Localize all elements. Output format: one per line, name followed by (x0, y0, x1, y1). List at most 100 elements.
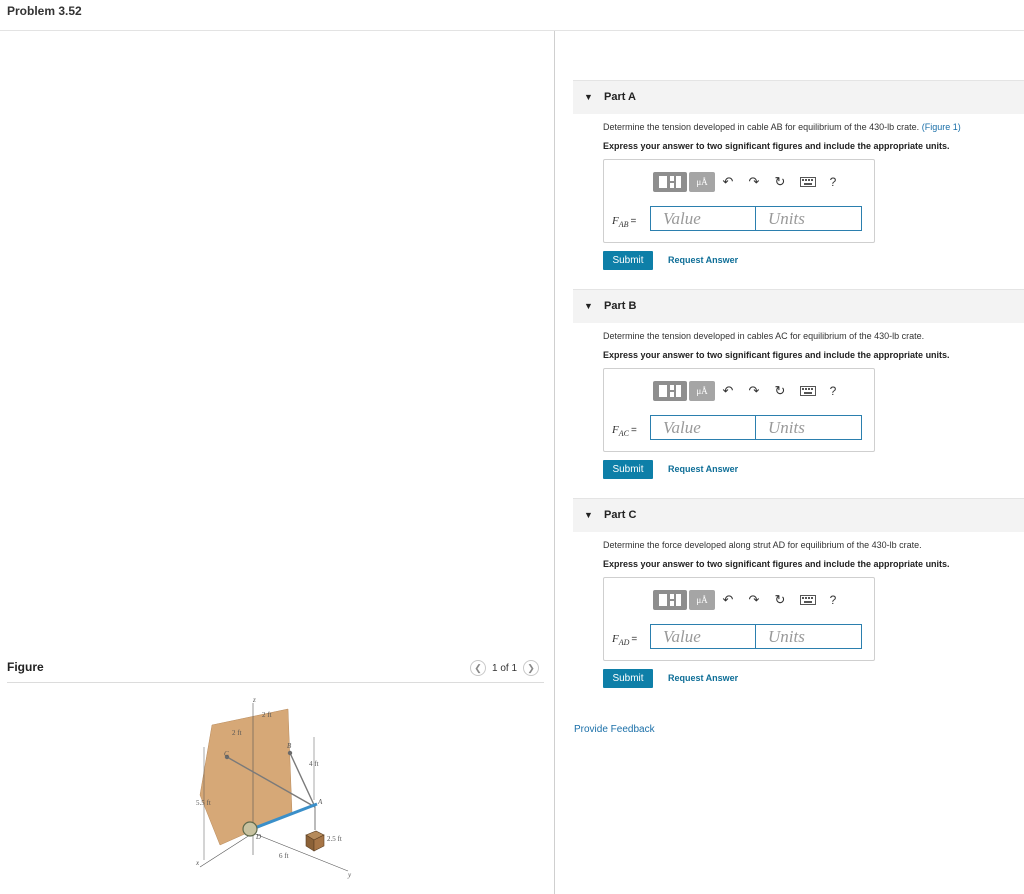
part-b-units-input[interactable]: Units (756, 415, 862, 440)
var-equals: = (631, 634, 638, 645)
caret-down-icon: ▼ (584, 510, 593, 520)
figure-divider (7, 682, 544, 683)
page-title: Problem 3.52 (7, 4, 82, 18)
part-a-header[interactable]: ▼ Part A (573, 80, 1024, 114)
figure-page-indicator: 1 of 1 (492, 662, 518, 674)
pin-b (287, 750, 293, 756)
chevron-right-icon[interactable]: ❯ (523, 660, 540, 676)
undo-icon[interactable]: ↶ (715, 590, 741, 610)
crate-icon (305, 830, 325, 852)
part-c-question: Determine the force developed along stru… (603, 540, 922, 550)
part-c-header[interactable]: ▼ Part C (573, 498, 1024, 532)
units-icon[interactable]: μÅ (689, 590, 715, 610)
var-symbol: F (612, 215, 619, 227)
part-b-request-answer-link[interactable]: Request Answer (668, 464, 738, 474)
axis-z-label: z (252, 696, 256, 704)
dim-2ft-top: 2 ft (262, 711, 272, 719)
templates-icon[interactable] (653, 172, 687, 192)
part-a-question: Determine the tension developed in cable… (603, 122, 961, 132)
templates-icon[interactable] (653, 381, 687, 401)
figure-link[interactable]: (Figure 1) (922, 122, 961, 132)
figure-diagram: 2 ft 2 ft 4 ft 5.5 ft 2.5 ft 6 ft z x y … (195, 696, 352, 879)
part-a-answer-box: μÅ ↶ ↷ ↻ ? FAB = Value Units (603, 159, 875, 243)
keyboard-icon[interactable] (793, 381, 823, 401)
var-symbol: F (612, 424, 619, 436)
chevron-left-icon[interactable]: ❮ (470, 660, 486, 676)
redo-icon[interactable]: ↷ (741, 172, 767, 192)
var-equals: = (630, 425, 637, 436)
part-b-value-input[interactable]: Value (650, 415, 756, 440)
redo-icon[interactable]: ↷ (741, 381, 767, 401)
part-c-toolbar: μÅ ↶ ↷ ↻ ? (653, 590, 843, 610)
part-b-variable: FAC = (612, 424, 637, 438)
help-icon[interactable]: ? (823, 381, 843, 401)
dim-2ft-left: 2 ft (232, 729, 242, 737)
figure-heading: Figure (7, 660, 44, 674)
part-c-question-text: Determine the force developed along stru… (603, 540, 922, 550)
part-a-question-text: Determine the tension developed in cable… (603, 122, 920, 132)
dim-2-5ft: 2.5 ft (327, 835, 342, 843)
reset-icon[interactable]: ↻ (767, 172, 793, 192)
part-a-variable: FAB = (612, 215, 636, 229)
part-c-variable: FAD = (612, 633, 637, 647)
point-b-label: B (287, 742, 292, 750)
reset-icon[interactable]: ↻ (767, 590, 793, 610)
part-c-instruction: Express your answer to two significant f… (603, 559, 950, 569)
dim-4ft: 4 ft (309, 760, 319, 768)
part-b-title: Part B (604, 300, 637, 312)
var-subscript: AD (618, 638, 630, 648)
keyboard-icon[interactable] (793, 172, 823, 192)
part-c-title: Part C (604, 509, 637, 521)
part-b-question-text: Determine the tension developed in cable… (603, 331, 925, 341)
part-c-value-input[interactable]: Value (650, 624, 756, 649)
part-a-value-input[interactable]: Value (650, 206, 756, 231)
axis-x-label: x (195, 859, 200, 867)
reset-icon[interactable]: ↻ (767, 381, 793, 401)
part-a-toolbar: μÅ ↶ ↷ ↻ ? (653, 172, 843, 192)
part-b-header[interactable]: ▼ Part B (573, 289, 1024, 323)
caret-down-icon: ▼ (584, 92, 593, 102)
units-icon[interactable]: μÅ (689, 381, 715, 401)
part-a-units-input[interactable]: Units (756, 206, 862, 231)
support-d (242, 821, 258, 837)
point-c-label: C (224, 750, 229, 758)
axis-y-label: y (347, 871, 352, 879)
part-b-toolbar: μÅ ↶ ↷ ↻ ? (653, 381, 843, 401)
var-subscript: AC (618, 429, 629, 439)
part-b-submit-button[interactable]: Submit (603, 460, 653, 479)
provide-feedback-link[interactable]: Provide Feedback (574, 724, 655, 735)
part-c-submit-button[interactable]: Submit (603, 669, 653, 688)
header-divider (0, 30, 1024, 31)
dim-6ft: 6 ft (279, 852, 289, 860)
part-c: ▼ Part C Determine the force developed a… (573, 498, 1024, 688)
part-a-submit-button[interactable]: Submit (603, 251, 653, 270)
figure-pager: ❮ 1 of 1 ❯ (470, 660, 540, 676)
undo-icon[interactable]: ↶ (715, 172, 741, 192)
part-a-title: Part A (604, 91, 636, 103)
part-b-answer-box: μÅ ↶ ↷ ↻ ? FAC = Value Units (603, 368, 875, 452)
keyboard-icon[interactable] (793, 590, 823, 610)
var-subscript: AB (618, 220, 629, 230)
part-b-question: Determine the tension developed in cable… (603, 331, 924, 341)
part-c-units-input[interactable]: Units (756, 624, 862, 649)
part-b-instruction: Express your answer to two significant f… (603, 350, 950, 360)
units-icon[interactable]: μÅ (689, 172, 715, 192)
templates-icon[interactable] (653, 590, 687, 610)
redo-icon[interactable]: ↷ (741, 590, 767, 610)
caret-down-icon: ▼ (584, 301, 593, 311)
help-icon[interactable]: ? (823, 172, 843, 192)
dim-5-5ft: 5.5 ft (196, 799, 211, 807)
point-a-label: A (317, 798, 323, 806)
var-symbol: F (612, 633, 619, 645)
part-b: ▼ Part B Determine the tension developed… (573, 289, 1024, 479)
undo-icon[interactable]: ↶ (715, 381, 741, 401)
part-c-answer-box: μÅ ↶ ↷ ↻ ? FAD = Value Units (603, 577, 875, 661)
part-a: ▼ Part A Determine the tension developed… (573, 80, 1024, 270)
help-icon[interactable]: ? (823, 590, 843, 610)
part-a-instruction: Express your answer to two significant f… (603, 141, 950, 151)
var-equals: = (630, 216, 637, 227)
part-a-request-answer-link[interactable]: Request Answer (668, 255, 738, 265)
column-divider (554, 31, 555, 894)
part-c-request-answer-link[interactable]: Request Answer (668, 673, 738, 683)
point-d-label: D (255, 833, 261, 841)
